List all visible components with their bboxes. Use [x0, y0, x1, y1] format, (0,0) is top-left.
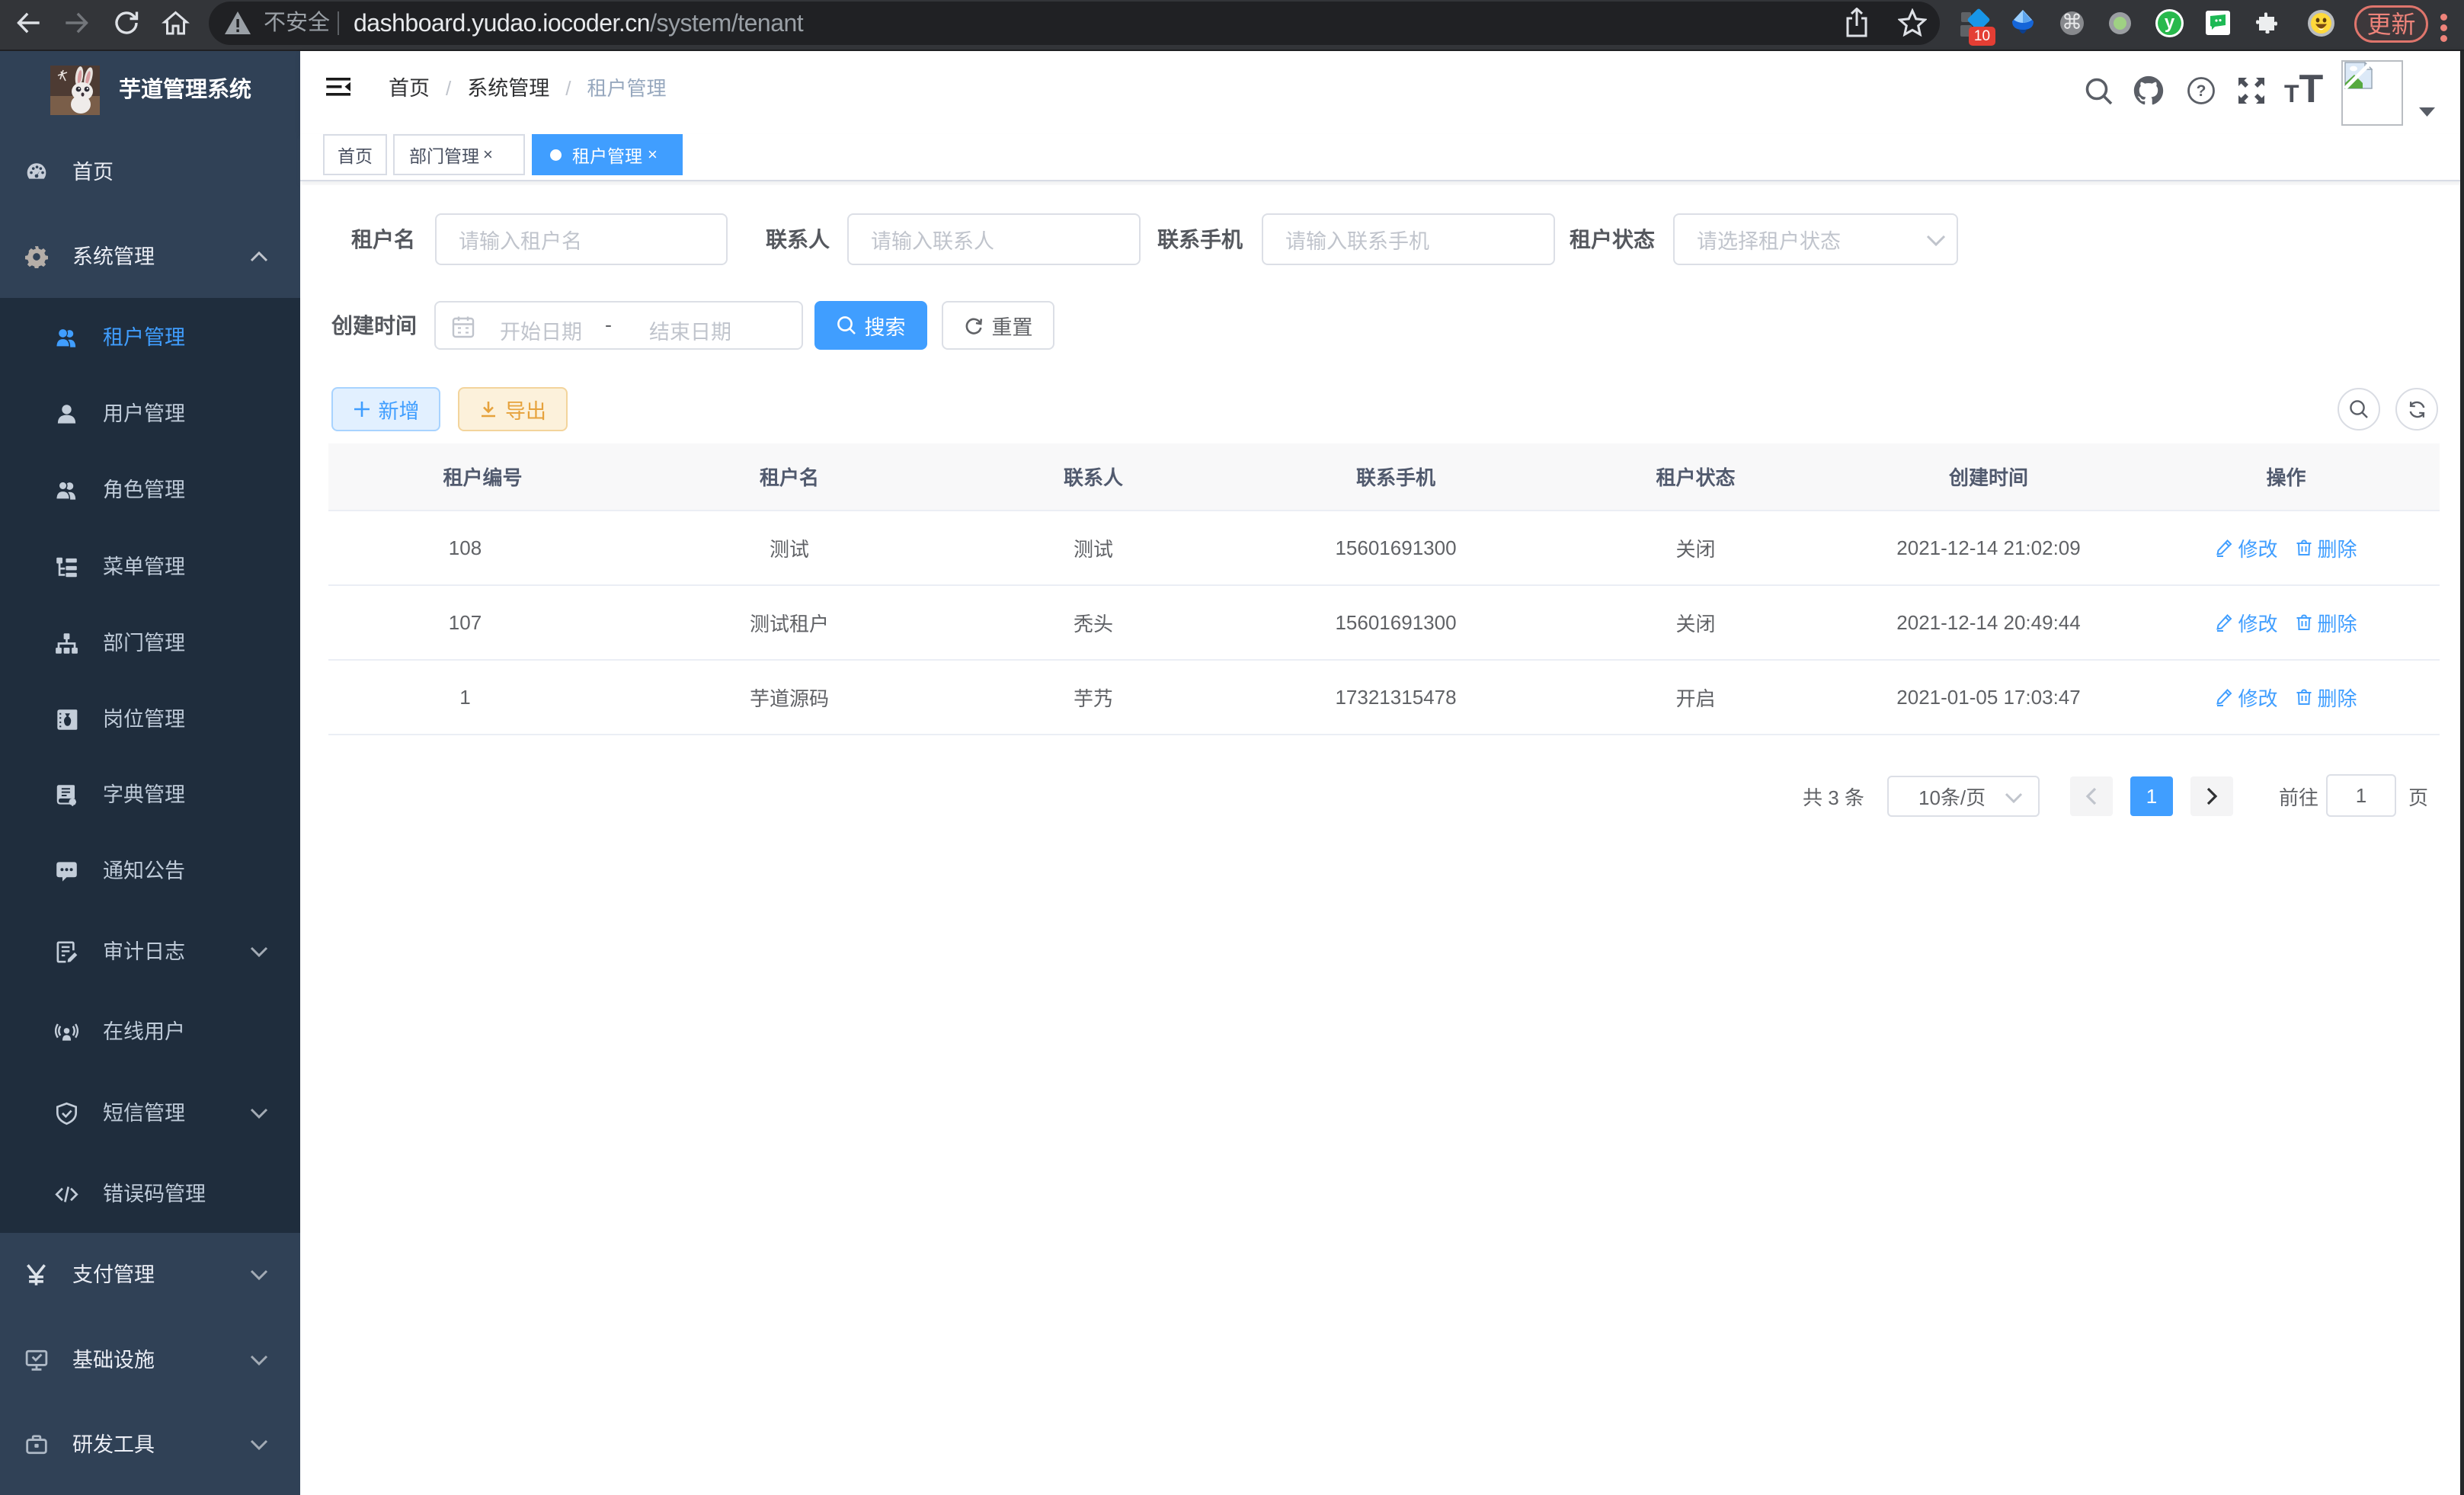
svg-text:?: ?: [2197, 82, 2206, 100]
